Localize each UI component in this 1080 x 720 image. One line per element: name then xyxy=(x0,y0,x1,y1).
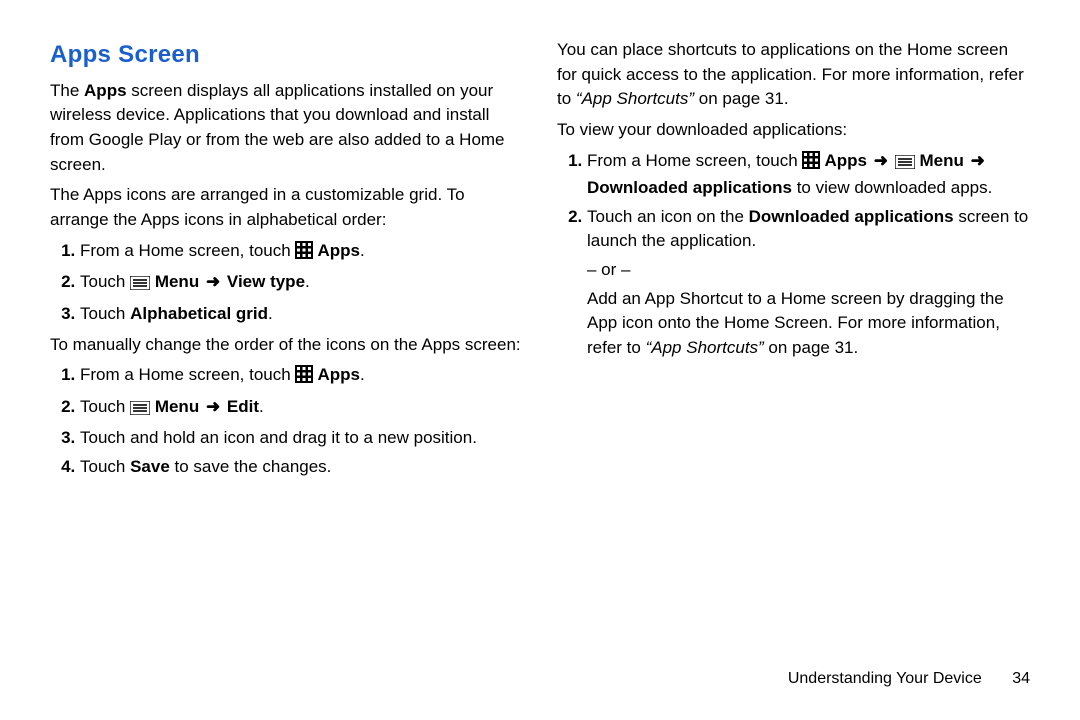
step-item: Touch Menu ➜ View type. xyxy=(80,270,523,298)
alt-paragraph: Add an App Shortcut to a Home screen by … xyxy=(587,287,1030,361)
intro-paragraph-1: The Apps screen displays all application… xyxy=(50,79,523,178)
page-footer: Understanding Your Device 34 xyxy=(788,667,1030,690)
step-item: From a Home screen, touch Apps ➜ Menu ➜ … xyxy=(587,149,1030,201)
footer-section: Understanding Your Device xyxy=(788,670,982,687)
or-divider: – or – xyxy=(587,258,1030,283)
menu-icon xyxy=(130,398,150,423)
step-item: Touch Menu ➜ Edit. xyxy=(80,395,523,423)
step-item: From a Home screen, touch Apps. xyxy=(80,363,523,391)
intro-paragraph-2: The Apps icons are arranged in a customi… xyxy=(50,183,523,232)
right-column: You can place shortcuts to applications … xyxy=(557,38,1030,486)
page-number: 34 xyxy=(1012,670,1030,687)
step-item: Touch an icon on the Downloaded applicat… xyxy=(587,205,1030,361)
step-item: From a Home screen, touch Apps. xyxy=(80,239,523,267)
apps-icon xyxy=(295,241,313,267)
apps-icon xyxy=(295,365,313,391)
downloaded-steps: From a Home screen, touch Apps ➜ Menu ➜ … xyxy=(557,149,1030,361)
step-item: Touch and hold an icon and drag it to a … xyxy=(80,426,523,451)
view-downloaded-intro: To view your downloaded applications: xyxy=(557,118,1030,143)
left-column: Apps Screen The Apps screen displays all… xyxy=(50,38,523,486)
section-heading: Apps Screen xyxy=(50,38,523,73)
apps-icon xyxy=(802,151,820,177)
step-item: Touch Save to save the changes. xyxy=(80,455,523,480)
shortcuts-paragraph: You can place shortcuts to applications … xyxy=(557,38,1030,112)
alphabetical-steps: From a Home screen, touch Apps. Touch Me… xyxy=(50,239,523,327)
manual-order-steps: From a Home screen, touch Apps. Touch Me… xyxy=(50,363,523,480)
menu-icon xyxy=(130,273,150,298)
menu-icon xyxy=(895,152,915,177)
intro-paragraph-3: To manually change the order of the icon… xyxy=(50,333,523,358)
step-item: Touch Alphabetical grid. xyxy=(80,302,523,327)
